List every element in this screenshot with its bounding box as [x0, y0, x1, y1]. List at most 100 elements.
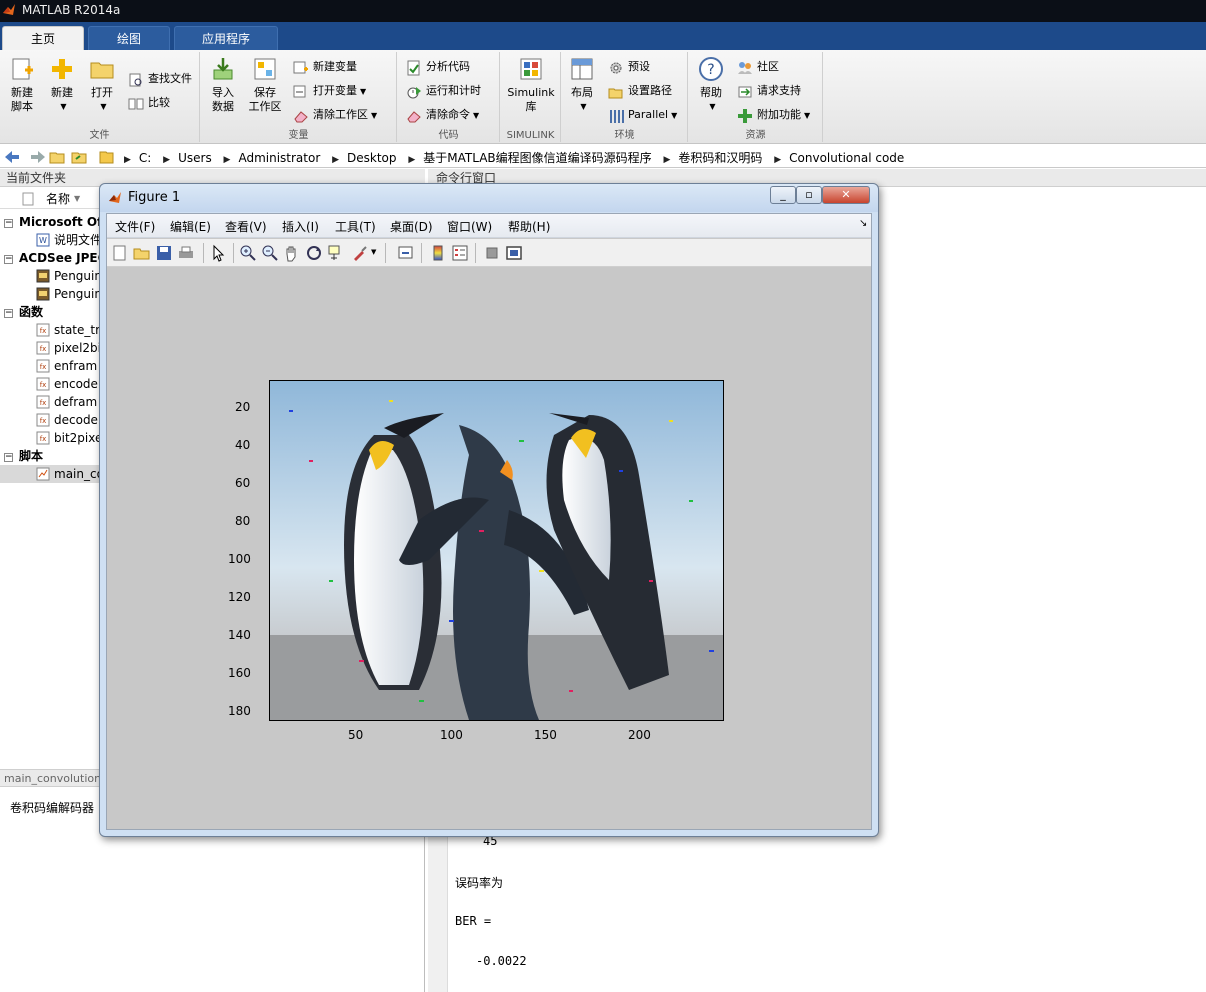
set-path-icon: [608, 88, 623, 99]
up-folder-icon[interactable]: [49, 152, 65, 164]
details-description: 卷积码编解码器: [10, 801, 95, 815]
list-item[interactable]: fx decode: [36, 411, 98, 429]
legend-icon[interactable]: [451, 244, 469, 262]
tree-group-scripts[interactable]: − 脚本: [0, 447, 43, 465]
crumb-current[interactable]: Convolutional code: [789, 151, 904, 165]
add-ons-button[interactable]: 附加功能 ▼: [737, 106, 810, 126]
preferences-button[interactable]: 预设: [608, 58, 650, 78]
compare-button[interactable]: 比较: [128, 94, 170, 114]
list-item[interactable]: fx bit2pixe: [36, 429, 102, 447]
list-item[interactable]: fx state_tr: [36, 321, 100, 339]
open-file-icon[interactable]: [133, 244, 151, 262]
menu-file[interactable]: 文件(F): [115, 218, 155, 235]
new-button[interactable]: 新建 ▼: [42, 56, 82, 114]
list-item[interactable]: fx pixel2bi: [36, 339, 101, 357]
link-plot-icon[interactable]: [397, 244, 415, 262]
brush-dropdown-icon[interactable]: ▼: [371, 248, 376, 256]
set-path-button[interactable]: 设置路径: [608, 82, 672, 102]
menu-window[interactable]: 窗口(W): [447, 218, 492, 235]
parallel-button[interactable]: Parallel ▼: [608, 106, 677, 126]
tree-group-word[interactable]: − Microsoft Of: [0, 213, 102, 231]
menu-help[interactable]: 帮助(H): [508, 218, 550, 235]
collapse-icon[interactable]: −: [4, 453, 13, 462]
tab-apps[interactable]: 应用程序: [174, 26, 278, 50]
ribbon: 新建 脚本 新建▼ 打开▼ 查找文件 比较 文件 导入 数据 保存 工作区: [0, 50, 1206, 144]
list-item[interactable]: fx defram: [36, 393, 97, 411]
menu-edit[interactable]: 编辑(E): [170, 218, 211, 235]
close-button[interactable]: ✕: [822, 186, 870, 204]
community-button[interactable]: 社区: [737, 58, 779, 78]
tab-home[interactable]: 主页: [2, 26, 84, 50]
column-name[interactable]: 名称: [46, 189, 70, 209]
open-variable-button[interactable]: 打开变量 ▼: [293, 82, 366, 102]
list-item[interactable]: fx enfram: [36, 357, 97, 375]
folder-root-icon[interactable]: [99, 151, 114, 164]
tree-group-functions[interactable]: − 函数: [0, 303, 43, 321]
zoom-in-icon[interactable]: [239, 244, 257, 262]
pan-hand-icon[interactable]: [283, 244, 301, 262]
crumb-desktop[interactable]: Desktop: [347, 151, 397, 165]
crumb-users[interactable]: Users: [178, 151, 212, 165]
menu-tools[interactable]: 工具(T): [335, 218, 376, 235]
new-script-button[interactable]: 新建 脚本: [2, 56, 42, 114]
new-variable-button[interactable]: 新建变量: [293, 58, 357, 78]
figure-menubar: 文件(F) 编辑(E) 查看(V) 插入(I) 工具(T) 桌面(D) 窗口(W…: [107, 214, 871, 238]
open-variable-icon: [293, 85, 306, 98]
minimize-button[interactable]: _: [770, 186, 796, 204]
crumb-c[interactable]: C:: [139, 151, 151, 165]
menu-desktop[interactable]: 桌面(D): [390, 218, 433, 235]
hide-plot-tools-icon[interactable]: [483, 244, 501, 262]
print-icon[interactable]: [177, 244, 195, 262]
y-tick-label: 160: [228, 666, 251, 680]
list-item[interactable]: fx encode: [36, 375, 98, 393]
simulink-library-button[interactable]: Simulink 库: [506, 56, 556, 114]
collapse-icon[interactable]: −: [4, 255, 13, 264]
data-cursor-icon[interactable]: [327, 244, 345, 262]
group-code-label: 代码: [438, 130, 459, 141]
group-simulink-label: SIMULINK: [506, 130, 555, 141]
tab-plots[interactable]: 绘图: [88, 26, 170, 50]
command-output-line: -0.0022: [476, 954, 527, 968]
zoom-out-icon[interactable]: [261, 244, 279, 262]
crumb-subfolder[interactable]: 卷积码和汉明码: [678, 151, 762, 165]
find-files-button[interactable]: 查找文件: [128, 70, 192, 90]
back-icon[interactable]: [5, 151, 19, 163]
request-support-button[interactable]: 请求支持: [737, 82, 801, 102]
save-icon[interactable]: [155, 244, 173, 262]
tree-group-jpeg[interactable]: − ACDSee JPEG: [0, 249, 107, 267]
run-and-time-button[interactable]: 运行和计时: [406, 82, 481, 102]
forward-icon[interactable]: [31, 151, 45, 163]
clear-commands-button[interactable]: 清除命令 ▼: [406, 106, 479, 126]
dock-arrow-icon[interactable]: ↘: [859, 218, 867, 229]
browse-folder-icon[interactable]: [71, 152, 87, 164]
list-item[interactable]: W 说明文件: [36, 231, 102, 249]
list-item[interactable]: Penguin: [36, 285, 102, 303]
collapse-icon[interactable]: −: [4, 219, 13, 228]
open-button[interactable]: 打开 ▼: [82, 56, 122, 114]
nav-buttons: [4, 149, 114, 168]
colorbar-icon[interactable]: [429, 244, 447, 262]
layout-button[interactable]: 布局 ▼: [562, 56, 602, 114]
import-data-button[interactable]: 导入 数据: [203, 56, 243, 114]
group-variable-label: 变量: [288, 130, 309, 141]
maximize-button[interactable]: ▫: [796, 186, 822, 204]
clear-workspace-button[interactable]: 清除工作区 ▼: [293, 106, 377, 126]
brush-icon[interactable]: [351, 244, 369, 262]
menu-insert[interactable]: 插入(I): [282, 218, 319, 235]
save-workspace-button[interactable]: 保存 工作区: [245, 56, 285, 114]
crumb-administrator[interactable]: Administrator: [238, 151, 320, 165]
menu-view[interactable]: 查看(V): [225, 218, 267, 235]
crumb-project[interactable]: 基于MATLAB编程图像信道编译码源码程序: [423, 151, 651, 165]
figure-titlebar[interactable]: Figure 1 _ ▫ ✕: [100, 184, 878, 212]
rotate-3d-icon[interactable]: [305, 244, 323, 262]
figure-window[interactable]: Figure 1 _ ▫ ✕ 文件(F) 编辑(E) 查看(V) 插入(I) 工…: [99, 183, 879, 837]
show-plot-tools-icon[interactable]: [505, 244, 523, 262]
new-figure-icon[interactable]: [111, 244, 129, 262]
axes[interactable]: [269, 380, 724, 721]
sort-caret-icon[interactable]: ▼: [74, 189, 80, 209]
help-button[interactable]: ? 帮助 ▼: [691, 56, 731, 114]
analyze-code-button[interactable]: 分析代码: [406, 58, 470, 78]
list-item[interactable]: Penguin: [36, 267, 102, 285]
pointer-icon[interactable]: [209, 244, 227, 262]
collapse-icon[interactable]: −: [4, 309, 13, 318]
